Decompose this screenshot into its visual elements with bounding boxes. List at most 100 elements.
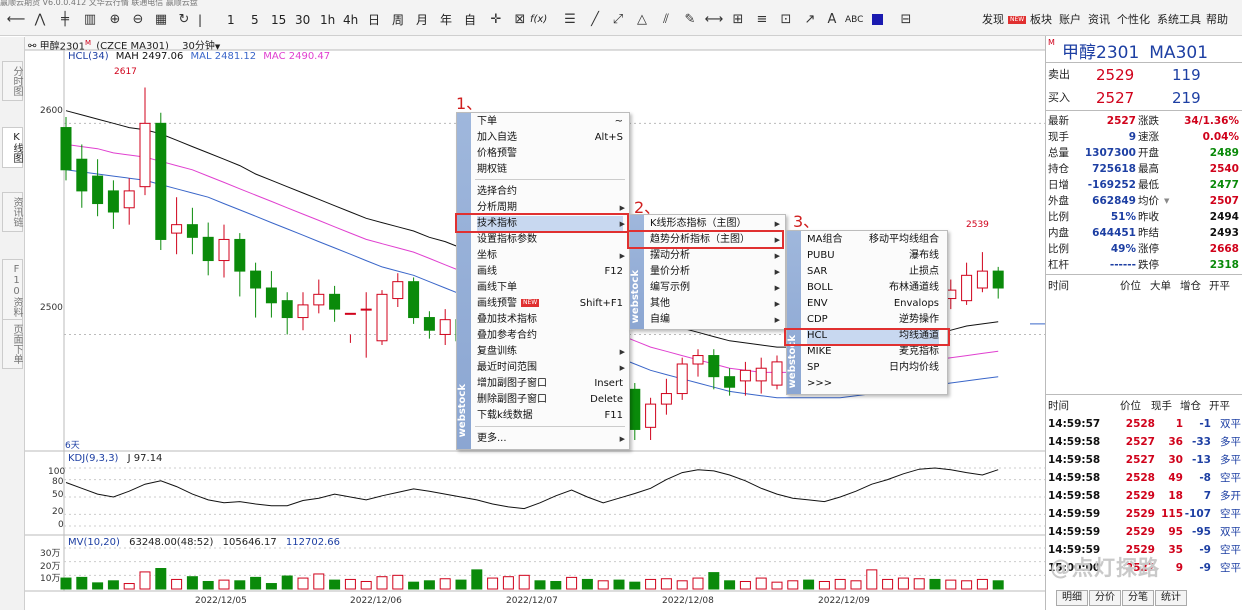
context-menu-item[interactable]: 删除副图子窗口 Delete bbox=[477, 392, 623, 408]
candle-body bbox=[202, 236, 214, 262]
volume-bar bbox=[250, 576, 262, 590]
new-badge: NEW bbox=[521, 299, 540, 307]
candle bbox=[360, 292, 372, 358]
tick-row: 14:59:59 2529 95 -95 双平 bbox=[1048, 526, 1241, 538]
volume-bar bbox=[487, 577, 499, 590]
submenu-item[interactable]: 自编 ▶ bbox=[650, 312, 780, 328]
quote-stat-row: 比例 51% 昨收 2494 bbox=[1048, 211, 1239, 223]
menu-separator bbox=[475, 426, 625, 427]
kdj-j-value: J 97.14 bbox=[127, 453, 163, 464]
tab-detail[interactable]: 明细 bbox=[1056, 590, 1088, 606]
tab-order[interactable]: 页面下单 bbox=[2, 319, 23, 369]
submenu-item[interactable]: 编写示例 ▶ bbox=[650, 280, 780, 296]
context-menu-item[interactable]: 加入自选 Alt+S bbox=[477, 130, 623, 146]
menu-personalize[interactable]: 个性化 bbox=[1117, 10, 1150, 30]
candle-body bbox=[123, 190, 135, 209]
context-menu-item[interactable]: 价格预警 bbox=[477, 146, 623, 162]
candle bbox=[739, 361, 751, 396]
candle bbox=[344, 312, 356, 343]
volume-bar bbox=[155, 568, 167, 590]
candle-body bbox=[155, 122, 167, 240]
context-menu-item[interactable]: 最近时间范围 ▶ bbox=[477, 360, 625, 376]
tab-stats[interactable]: 统计 bbox=[1155, 590, 1187, 606]
buy-row[interactable]: 买入 2527 219 bbox=[1046, 88, 1242, 108]
submenu-item[interactable]: 摆动分析 ▶ bbox=[650, 248, 780, 264]
indicator-item[interactable]: >>> bbox=[807, 376, 939, 392]
step-3-label: 3、 bbox=[793, 212, 820, 231]
candle bbox=[60, 117, 72, 181]
submenu-item[interactable]: 量价分析 ▶ bbox=[650, 264, 780, 280]
mac-value: MAC 2490.47 bbox=[263, 51, 331, 62]
indicator-item[interactable]: PUBU 瀑布线 bbox=[807, 248, 939, 264]
volume-bar bbox=[455, 579, 467, 590]
back-icon[interactable]: ⟵ bbox=[6, 10, 26, 30]
context-menu-item[interactable]: 画线 F12 bbox=[477, 264, 623, 280]
candle-body bbox=[629, 388, 641, 430]
tab-price-dist[interactable]: 分价 bbox=[1089, 590, 1121, 606]
menu-system-tools[interactable]: 系统工具 bbox=[1157, 10, 1201, 30]
context-menu-item[interactable]: 画线预警 NEW Shift+F1 bbox=[477, 296, 623, 312]
context-menu-item[interactable]: 下单 ~ bbox=[477, 114, 623, 130]
main-indicator-legend: HCL(34) MAH 2497.06 MAL 2481.12 MAC 2490… bbox=[68, 51, 330, 63]
context-menu-item[interactable]: 下载k线数据 F11 bbox=[477, 408, 623, 424]
context-menu: webstock 下单 ~ 加入自选 Alt+S 价格预警 期权链 选择合约 分析周期 ▶ 技术指… bbox=[456, 112, 630, 450]
kdj-axis-label: 100 bbox=[48, 467, 65, 477]
candle-body bbox=[724, 376, 736, 388]
candle bbox=[218, 224, 230, 278]
indicator-item[interactable]: MIKE 麦克指标 bbox=[807, 344, 939, 360]
context-menu-item[interactable]: 坐标 ▶ bbox=[477, 248, 625, 264]
context-menu-item[interactable]: 选择合约 bbox=[477, 184, 623, 200]
context-menu-item[interactable]: 设置指标参数 bbox=[477, 232, 623, 248]
menu-help[interactable]: 帮助 bbox=[1206, 10, 1228, 30]
volume-bar bbox=[597, 580, 609, 590]
tab-ticks[interactable]: 分笔 bbox=[1122, 590, 1154, 606]
menu-account[interactable]: 账户 bbox=[1059, 10, 1081, 30]
submenu-item[interactable]: 其他 ▶ bbox=[650, 296, 780, 312]
volume-bar bbox=[992, 580, 1004, 590]
volume-bar bbox=[866, 569, 878, 590]
indicator-item[interactable]: SP 日内均价线 bbox=[807, 360, 939, 376]
candle-body bbox=[92, 175, 104, 205]
kdj-axis-label: 80 bbox=[52, 477, 64, 487]
date-label: 2022/12/05 bbox=[195, 596, 247, 606]
volume-bar bbox=[471, 569, 483, 590]
context-menu-item[interactable]: 叠加参考合约 bbox=[477, 328, 623, 344]
volume-bar bbox=[834, 578, 846, 590]
indicator-item[interactable]: BOLL 布林通道线 bbox=[807, 280, 939, 296]
candle-body bbox=[376, 293, 388, 342]
tab-intraday[interactable]: 分时图 bbox=[2, 61, 23, 101]
indicator-item[interactable]: MA组合 移动平均线组合 bbox=[807, 232, 939, 248]
tab-f10[interactable]: F10资料 bbox=[2, 259, 23, 322]
candle-body bbox=[739, 369, 751, 382]
volume-bar bbox=[945, 579, 957, 590]
context-menu-item[interactable]: 复盘训练 ▶ bbox=[477, 344, 625, 360]
volume-bar bbox=[123, 583, 135, 590]
context-menu-item[interactable]: 画线下单 bbox=[477, 280, 623, 296]
candle bbox=[376, 290, 388, 345]
price-axis-label: 2500 bbox=[40, 303, 63, 313]
quote-stat-row: 内盘 644451 昨结 2493 bbox=[1048, 227, 1239, 239]
tab-kline[interactable]: K线图 bbox=[2, 127, 23, 168]
tab-news-chain[interactable]: 资讯链 bbox=[2, 192, 23, 232]
indicator-item[interactable]: CDP 逆势操作 bbox=[807, 312, 939, 328]
context-menu-item[interactable]: 期权链 bbox=[477, 162, 623, 178]
candle bbox=[186, 207, 198, 255]
context-menu-item[interactable]: 叠加技术指标 bbox=[477, 312, 623, 328]
menu-news[interactable]: 资讯 bbox=[1088, 10, 1110, 30]
candle-body bbox=[265, 287, 277, 304]
mal-value: MAL 2481.12 bbox=[190, 51, 257, 62]
candle bbox=[123, 178, 135, 225]
sell-row[interactable]: 卖出 2529 119 bbox=[1046, 65, 1242, 85]
candle-body bbox=[218, 238, 230, 262]
tick-row: 14:59:58 2527 30 -13 多平 bbox=[1048, 454, 1241, 466]
indicator-item[interactable]: ENV Envalops bbox=[807, 296, 939, 312]
candle bbox=[645, 397, 657, 440]
indicator-item[interactable]: SAR 止损点 bbox=[807, 264, 939, 280]
candle bbox=[692, 349, 704, 377]
context-menu-item[interactable]: 增加副图子窗口 Insert bbox=[477, 376, 623, 392]
candle-body bbox=[755, 367, 767, 382]
highlight-hcl bbox=[784, 328, 950, 346]
volume-bar bbox=[360, 580, 372, 590]
candle bbox=[313, 279, 325, 314]
context-menu-item[interactable]: 更多... ▶ bbox=[477, 431, 625, 447]
